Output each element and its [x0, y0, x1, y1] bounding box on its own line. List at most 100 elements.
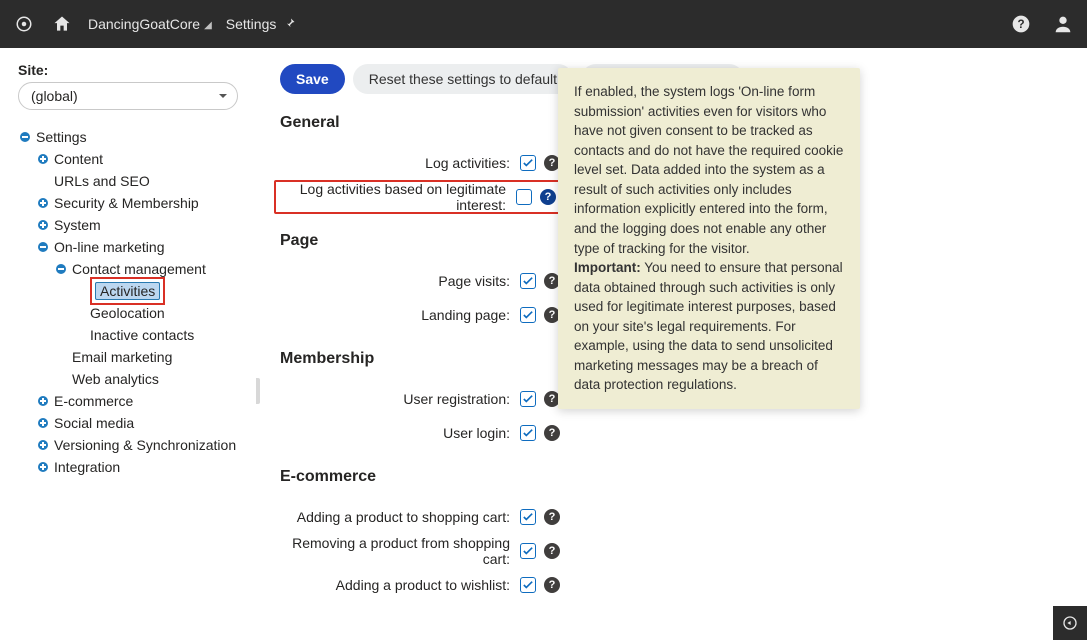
label-log-legitimate-interest: Log activities based on legitimate inter…: [282, 181, 516, 213]
help-icon[interactable]: ?: [544, 509, 560, 525]
checkbox-add-to-cart[interactable]: [520, 509, 536, 525]
user-icon[interactable]: [1051, 12, 1075, 36]
help-icon[interactable]: ?: [544, 425, 560, 441]
checkbox-remove-from-cart[interactable]: [520, 543, 536, 559]
tree-item-system[interactable]: System: [18, 214, 244, 236]
breadcrumb-site-label: DancingGoatCore: [88, 16, 200, 32]
tree-label-active: Activities: [95, 282, 160, 300]
breadcrumb-page[interactable]: Settings: [226, 16, 297, 32]
spacer-icon: [72, 306, 86, 320]
sidebar: Site: (global) Settings Content URLs and…: [0, 48, 256, 640]
tree-label: Security & Membership: [54, 192, 199, 214]
expand-icon[interactable]: [36, 240, 50, 254]
tooltip-text-2: You need to ensure that personal data ob…: [574, 260, 843, 392]
save-button[interactable]: Save: [280, 64, 345, 94]
tree-label: Web analytics: [72, 368, 159, 390]
help-tooltip: If enabled, the system logs 'On-line for…: [558, 68, 860, 409]
svg-text:?: ?: [1017, 18, 1024, 31]
reset-button[interactable]: Reset these settings to default: [353, 64, 573, 94]
tree-label: On-line marketing: [54, 236, 165, 258]
home-icon[interactable]: [50, 12, 74, 36]
tree-item-activities[interactable]: Activities: [18, 280, 244, 302]
main: Site: (global) Settings Content URLs and…: [0, 48, 1087, 640]
tree-item-social-media[interactable]: Social media: [18, 412, 244, 434]
label-add-to-cart: Adding a product to shopping cart:: [280, 509, 520, 525]
checkbox-landing-page[interactable]: [520, 307, 536, 323]
tree-label: Integration: [54, 456, 120, 478]
pin-icon[interactable]: [284, 16, 296, 32]
tree-label: Email marketing: [72, 346, 172, 368]
expand-icon[interactable]: [54, 262, 68, 276]
tree-item-online-marketing[interactable]: On-line marketing: [18, 236, 244, 258]
breadcrumb-site[interactable]: DancingGoatCore ◢: [88, 16, 212, 32]
site-selector-value: (global): [31, 88, 78, 104]
app-launcher-icon[interactable]: [12, 12, 36, 36]
row-add-to-cart: Adding a product to shopping cart: ?: [280, 500, 1063, 534]
checkbox-log-legitimate-interest[interactable]: [516, 189, 532, 205]
caret-down-icon: ◢: [204, 20, 212, 31]
topbar: DancingGoatCore ◢ Settings ?: [0, 0, 1087, 48]
tree-item-urls[interactable]: URLs and SEO: [18, 170, 244, 192]
label-remove-from-cart: Removing a product from shopping cart:: [280, 535, 520, 567]
tree-item-ecommerce[interactable]: E-commerce: [18, 390, 244, 412]
expand-icon[interactable]: [18, 130, 32, 144]
spacer-icon: [72, 284, 86, 298]
spacer-icon: [72, 328, 86, 342]
label-page-visits: Page visits:: [280, 273, 520, 289]
site-selector-label: Site:: [18, 62, 244, 78]
row-add-to-wishlist: Adding a product to wishlist: ?: [280, 568, 1063, 602]
settings-tree: Settings Content URLs and SEO Security &…: [18, 126, 244, 478]
row-remove-from-cart: Removing a product from shopping cart: ?: [280, 534, 1063, 568]
help-icon[interactable]: ?: [540, 189, 556, 205]
label-user-login: User login:: [280, 425, 520, 441]
tree-label: URLs and SEO: [54, 170, 150, 192]
expand-icon[interactable]: [36, 438, 50, 452]
spacer-icon: [54, 350, 68, 364]
tooltip-important-label: Important:: [574, 260, 641, 275]
tree-label: E-commerce: [54, 390, 133, 412]
tree-item-inactive-contacts[interactable]: Inactive contacts: [18, 324, 244, 346]
tree-label: Versioning & Synchronization: [54, 434, 236, 456]
spacer-icon: [54, 372, 68, 386]
expand-icon[interactable]: [36, 152, 50, 166]
expand-icon[interactable]: [36, 196, 50, 210]
tree-label: Settings: [36, 126, 87, 148]
tree-item-content[interactable]: Content: [18, 148, 244, 170]
tree-label: Inactive contacts: [90, 324, 194, 346]
section-title-ecommerce: E-commerce: [280, 468, 1063, 486]
row-user-login: User login: ?: [280, 416, 1063, 450]
checkbox-page-visits[interactable]: [520, 273, 536, 289]
expand-icon[interactable]: [36, 218, 50, 232]
breadcrumb-page-label: Settings: [226, 16, 277, 32]
expand-icon[interactable]: [36, 460, 50, 474]
help-icon[interactable]: ?: [544, 543, 560, 559]
checkbox-log-activities[interactable]: [520, 155, 536, 171]
tree-label: System: [54, 214, 101, 236]
help-icon[interactable]: ?: [544, 577, 560, 593]
help-icon[interactable]: ?: [1009, 12, 1033, 36]
tree-item-web-analytics[interactable]: Web analytics: [18, 368, 244, 390]
content-wrap: Save Reset these settings to default Exp…: [256, 48, 1087, 640]
floating-help-button[interactable]: [1053, 606, 1087, 640]
expand-icon[interactable]: [36, 416, 50, 430]
expand-icon[interactable]: [36, 394, 50, 408]
checkbox-user-registration[interactable]: [520, 391, 536, 407]
label-log-activities: Log activities:: [280, 155, 520, 171]
tree-item-email-marketing[interactable]: Email marketing: [18, 346, 244, 368]
spacer-icon: [36, 174, 50, 188]
site-selector[interactable]: (global): [18, 82, 238, 110]
label-landing-page: Landing page:: [280, 307, 520, 323]
tooltip-text-1: If enabled, the system logs 'On-line for…: [574, 84, 843, 256]
checkbox-add-to-wishlist[interactable]: [520, 577, 536, 593]
panel-resize-handle[interactable]: [256, 378, 260, 404]
tree-label: Geolocation: [90, 302, 165, 324]
row-log-legitimate-interest: Log activities based on legitimate inter…: [274, 180, 588, 214]
tree-item-versioning[interactable]: Versioning & Synchronization: [18, 434, 244, 456]
tree-label: Social media: [54, 412, 134, 434]
tree-item-geolocation[interactable]: Geolocation: [18, 302, 244, 324]
label-user-registration: User registration:: [280, 391, 520, 407]
checkbox-user-login[interactable]: [520, 425, 536, 441]
tree-item-security[interactable]: Security & Membership: [18, 192, 244, 214]
tree-item-settings[interactable]: Settings: [18, 126, 244, 148]
tree-item-integration[interactable]: Integration: [18, 456, 244, 478]
